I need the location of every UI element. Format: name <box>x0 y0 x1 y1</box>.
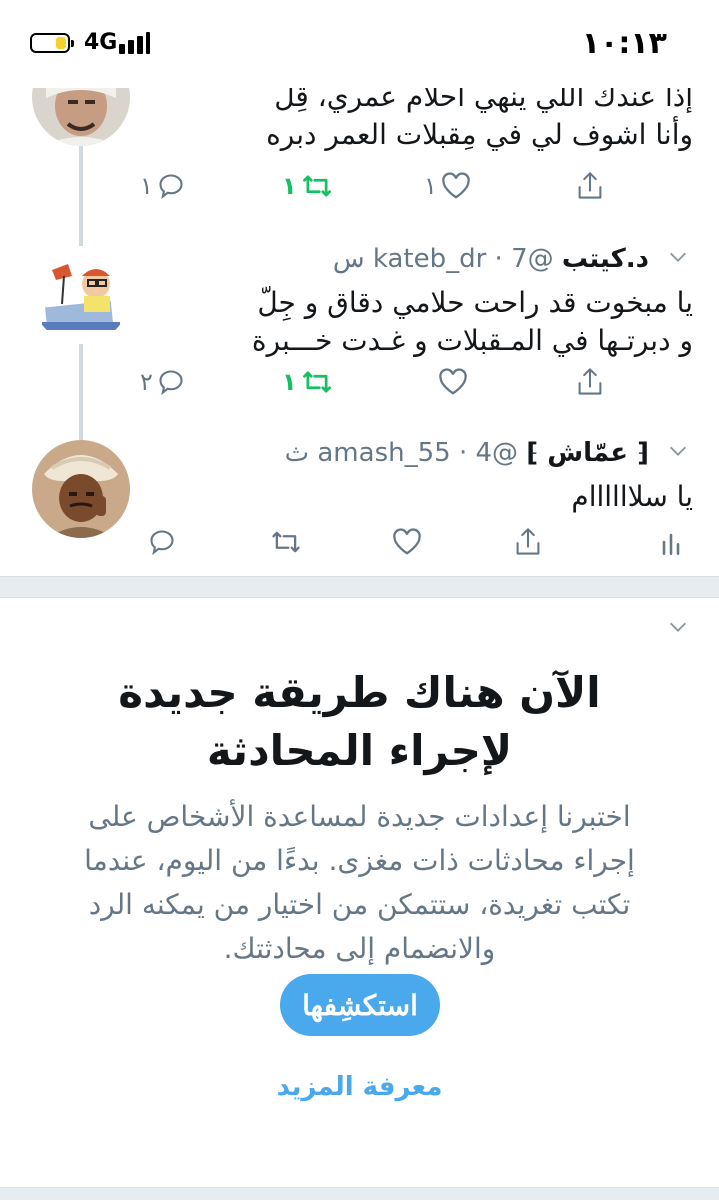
share-icon <box>578 172 602 199</box>
retweet-icon <box>302 371 331 393</box>
tweet-actions: ٢ ١ <box>0 364 719 404</box>
reply-icon <box>159 370 183 396</box>
like-button[interactable] <box>434 364 468 400</box>
retweet-count: ١ <box>282 368 297 396</box>
like-icon <box>393 528 421 555</box>
reply-button[interactable]: ١ <box>140 168 185 204</box>
signal-icon <box>119 32 159 54</box>
retweet-button[interactable]: ١ <box>282 168 333 204</box>
separator-dot: · <box>450 438 476 468</box>
reply-count: ١ <box>140 172 153 200</box>
display-name[interactable]: ⁅ عمّاش ⁆ <box>526 438 649 468</box>
share-button[interactable] <box>576 168 604 204</box>
like-icon <box>442 172 470 199</box>
separator-dot: · <box>486 244 512 274</box>
like-count: ١ <box>424 172 437 200</box>
card-description: اختبرنا إعدادات جديدة لمساعدة الأشخاص عل… <box>84 800 635 965</box>
reply-button[interactable]: ٢ <box>140 364 185 400</box>
bottom-divider <box>0 1187 719 1200</box>
retweet-icon <box>302 175 331 197</box>
tweet-text-line: يا مبخوت قد راحت حلامي دقاق و جِلّ <box>257 286 693 319</box>
retweet-count: ١ <box>282 172 297 200</box>
card-title: الآن هناك طريقة جديدة لإجراء المحادثة <box>118 668 601 775</box>
tweet[interactable]: ⁅ عمّاش ⁆ @amash_55 · 4 ث يا سلاااااام <box>0 420 719 576</box>
reply-icon <box>159 174 183 200</box>
retweet-button[interactable]: ١ <box>282 364 333 400</box>
tweet-text: إذا عندك اللي ينهي آحلام عمري، قِلّ وأنا… <box>266 78 693 154</box>
status-time: ١٠:١٣ <box>581 26 667 61</box>
tweet-text-line: يا سلاااااام <box>571 480 693 513</box>
battery-icon <box>30 33 74 53</box>
like-icon <box>439 368 467 395</box>
analytics-button[interactable] <box>660 524 682 560</box>
share-icon <box>578 368 602 395</box>
network-type: 4G <box>84 30 118 55</box>
tweet-actions <box>0 524 719 564</box>
analytics-icon <box>662 533 680 555</box>
tweet-header: د.كيتب @kateb_dr · 7 س <box>333 244 649 274</box>
tweet-text: يا مبخوت قد راحت حلامي دقاق و جِلّ و دبر… <box>252 284 693 360</box>
chevron-down-icon[interactable] <box>667 616 689 638</box>
share-button[interactable] <box>514 524 542 560</box>
tweet-actions: ١ ١ ١ <box>0 168 719 208</box>
retweet-button[interactable] <box>270 524 302 560</box>
explore-button[interactable]: استكشِفها <box>280 974 440 1036</box>
display-name[interactable]: د.كيتب <box>562 244 649 274</box>
tweet-text: يا سلاااااام <box>571 478 693 516</box>
like-button[interactable]: ١ <box>424 168 471 204</box>
reply-button[interactable] <box>148 524 176 560</box>
battery-level <box>56 37 66 49</box>
status-bar: 4G ١٠:١٣ <box>0 0 719 88</box>
like-button[interactable] <box>392 524 422 560</box>
tweet-text-line: وأنا اشوف لي في مِقبلات العمر دبره <box>266 118 693 151</box>
share-icon <box>516 528 540 555</box>
avatar[interactable] <box>32 246 130 344</box>
reply-count: ٢ <box>140 368 153 396</box>
tweet-header: ⁅ عمّاش ⁆ @amash_55 · 4 ث <box>285 438 649 468</box>
tweet[interactable]: د.كيتب @kateb_dr · 7 س يا مبخوت قد راحت … <box>0 226 719 420</box>
reply-icon <box>150 530 174 556</box>
retweet-icon <box>272 531 300 553</box>
share-button[interactable] <box>576 364 604 400</box>
learn-more-link[interactable]: معرفة المزيد <box>0 1072 719 1102</box>
tweet-text-line: و دبرتـها في المـقبلات و غـدت خـــبرة <box>251 324 693 357</box>
section-divider <box>0 576 719 598</box>
chevron-down-icon[interactable] <box>667 440 689 462</box>
chevron-down-icon[interactable] <box>667 246 689 268</box>
